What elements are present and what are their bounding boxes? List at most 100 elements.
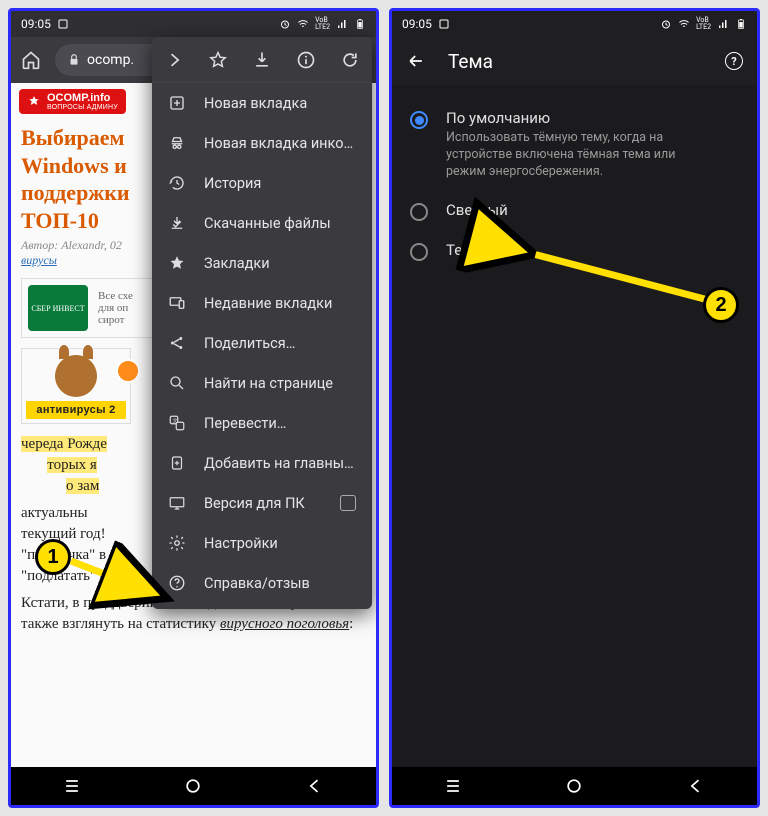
menu-label: История [204,175,261,192]
menu-settings[interactable]: Настройки [152,523,372,563]
phone-left: 09:05 VoBLTE2 ocomp. OCOMP.info [8,8,379,808]
menu-downloads[interactable]: Скачанные файлы [152,203,372,243]
phone-right: 09:05 VoBLTE2 Тема ? По умолчанию Исполь [389,8,760,808]
volte-icon: VoBLTE2 [315,17,330,31]
help-badge-icon[interactable]: ? [725,52,743,70]
incognito-icon [168,134,186,152]
battery-icon [735,18,747,30]
tag-link[interactable]: вирусы [21,253,57,267]
option-title: Светлый [446,201,508,219]
ad-image: СБЕР ИНВЕСТ [28,285,88,331]
status-bar: 09:05 VoBLTE2 [392,11,757,37]
desktop-icon [168,494,186,512]
status-bar: 09:05 VoBLTE2 [11,11,376,37]
screenshot-icon [438,18,450,30]
option-desc: Использовать тёмную тему, когда на устро… [446,130,716,181]
menu-label: Настройки [204,535,278,552]
chrome-overflow-menu: Новая вкладка Новая вкладка инко… Истори… [152,37,372,609]
lock-icon [67,53,81,67]
annotation-badge-2: 2 [703,287,739,323]
download-icon[interactable] [251,49,273,71]
wifi-icon [297,18,309,30]
menu-translate[interactable]: 文 Перевести… [152,403,372,443]
signal-icon [336,18,348,30]
home-nav-icon[interactable] [564,776,584,796]
menu-label: Поделиться… [204,335,295,352]
theme-option-default[interactable]: По умолчанию Использовать тёмную тему, к… [402,99,747,191]
nav-bar [392,767,757,805]
menu-share[interactable]: Поделиться… [152,323,372,363]
annotation-badge-1: 1 [35,539,71,575]
menu-label: Закладки [204,255,270,272]
star-icon[interactable] [207,49,229,71]
add-home-icon [168,454,186,472]
recents-icon[interactable] [443,776,463,796]
menu-bookmarks[interactable]: Закладки [152,243,372,283]
settings-title: Тема [448,50,493,73]
menu-find[interactable]: Найти на странице [152,363,372,403]
ad-text: Все схе для оп сирот [98,290,133,326]
radio-icon [410,203,428,221]
menu-label: Недавние вкладки [204,295,332,312]
recents-icon[interactable] [62,776,82,796]
screenshot-icon [57,18,69,30]
menu-help[interactable]: Справка/отзыв [152,563,372,603]
check-download-icon [168,214,186,232]
reload-icon[interactable] [339,49,361,71]
plus-box-icon [168,94,186,112]
annotation-arrow-1 [66,551,176,611]
battery-icon [354,18,366,30]
back-icon[interactable] [406,51,426,71]
menu-new-incognito[interactable]: Новая вкладка инко… [152,123,372,163]
checkbox-icon[interactable] [340,495,356,511]
status-time: 09:05 [21,17,51,31]
settings-body: По умолчанию Использовать тёмную тему, к… [392,85,757,767]
back-nav-icon[interactable] [686,776,706,796]
signal-icon [717,18,729,30]
option-title: По умолчанию [446,109,716,127]
annotation-arrow-2 [512,241,732,321]
menu-label: Справка/отзыв [204,575,310,592]
volte-icon: VoBLTE2 [696,17,711,31]
history-icon [168,174,186,192]
devices-icon [168,294,186,312]
gear-icon [168,534,186,552]
menu-recent-tabs[interactable]: Недавние вкладки [152,283,372,323]
menu-history[interactable]: История [152,163,372,203]
nav-bar [11,767,376,805]
menu-label: Найти на странице [204,375,333,392]
menu-new-tab[interactable]: Новая вкладка [152,83,372,123]
url-text: ocomp. [87,52,134,68]
theme-option-light[interactable]: Светлый [402,191,747,231]
menu-add-home[interactable]: Добавить на главны… [152,443,372,483]
logo-name: OCOMP.info [47,92,110,104]
share-icon [168,334,186,352]
bull-icon [55,355,97,397]
logo-tagline: ВОПРОСЫ АДМИНУ [47,104,118,111]
translate-icon: 文 [168,414,186,432]
site-logo[interactable]: OCOMP.info ВОПРОСЫ АДМИНУ [19,89,126,114]
menu-label: Новая вкладка [204,95,307,112]
avast-icon [116,359,140,383]
info-icon[interactable] [295,49,317,71]
alarm-icon [660,18,672,30]
alarm-icon [279,18,291,30]
menu-label: Версия для ПК [204,495,305,512]
antivirus-thumb[interactable]: антивирусы 2 [21,348,131,424]
radio-icon [410,243,428,261]
home-nav-icon[interactable] [183,776,203,796]
wifi-icon [678,18,690,30]
menu-label: Добавить на главны… [204,455,354,472]
menu-label: Скачанные файлы [204,215,331,232]
menu-desktop[interactable]: Версия для ПК [152,483,372,523]
status-time: 09:05 [402,17,432,31]
back-nav-icon[interactable] [305,776,325,796]
forward-icon[interactable] [163,49,185,71]
home-icon[interactable] [21,50,41,70]
option-title: Темный [446,241,502,259]
star-fill-icon [168,254,186,272]
menu-label: Перевести… [204,415,286,432]
menu-top-row [152,37,372,83]
radio-icon [410,111,428,129]
settings-header: Тема ? [392,37,757,85]
